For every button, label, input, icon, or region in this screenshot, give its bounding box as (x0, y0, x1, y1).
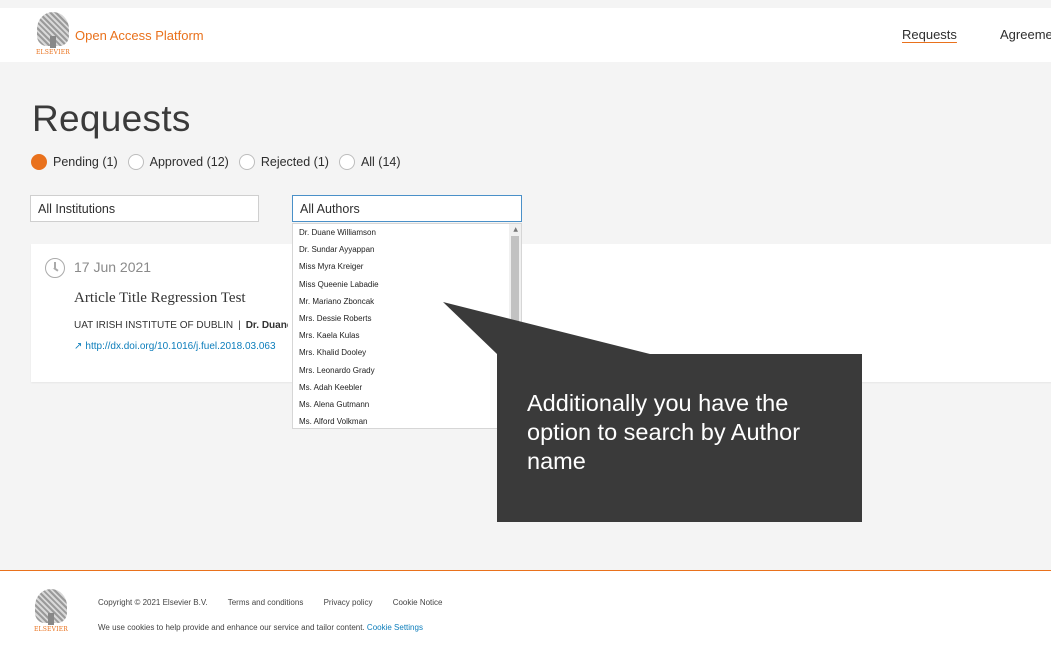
institution-select[interactable]: All Institutions (30, 195, 259, 222)
nav-requests[interactable]: Requests (902, 27, 957, 42)
cookie-notice-link[interactable]: Cookie Notice (393, 598, 443, 607)
top-strip (0, 0, 1051, 8)
author-option[interactable]: Mrs. Dessie Roberts (293, 310, 521, 327)
author-option[interactable]: Ms. Alena Gutmann (293, 396, 521, 413)
radio-icon[interactable] (238, 154, 255, 170)
author-option[interactable]: Mrs. Kaela Kulas (293, 327, 521, 344)
cookie-text: We use cookies to help provide and enhan… (98, 623, 365, 632)
institution-name: UAT IRISH INSTITUTE OF DUBLIN (74, 320, 234, 331)
author-option[interactable]: Ms. Adah Keebler (293, 379, 521, 396)
cookie-settings-link[interactable]: Cookie Settings (367, 623, 423, 632)
elsevier-footer-logo[interactable]: ELSEVIER (32, 589, 70, 637)
logo-wordmark: ELSEVIER (33, 626, 69, 633)
filter-approved[interactable]: Approved (12) (127, 154, 229, 170)
tutorial-tooltip: Additionally you have the option to sear… (497, 354, 862, 522)
cookie-notice: We use cookies to help provide and enhan… (98, 623, 423, 632)
author-option[interactable]: Mr. Mariano Zboncak (293, 293, 521, 310)
external-link-icon: ↗ (74, 341, 83, 352)
article-title[interactable]: Article Title Regression Test (74, 290, 246, 307)
author-option[interactable]: Mrs. Leonardo Grady (293, 362, 521, 379)
request-meta: UAT IRISH INSTITUTE OF DUBLIN | Dr. Duane (74, 320, 288, 331)
terms-link[interactable]: Terms and conditions (228, 598, 304, 607)
filter-rejected[interactable]: Rejected (1) (238, 154, 329, 170)
radio-icon[interactable] (338, 154, 355, 170)
header: ELSEVIER Open Access Platform Requests A… (0, 8, 1051, 62)
scrollbar-thumb[interactable] (511, 236, 519, 364)
copyright-text: Copyright © 2021 Elsevier B.V. (98, 598, 208, 607)
status-filter-group: Pending (1) Approved (12) Rejected (1) A… (31, 154, 411, 170)
footer: ELSEVIER Copyright © 2021 Elsevier B.V. … (0, 570, 1051, 650)
author-option[interactable]: Mrs. Khalid Dooley (293, 344, 521, 361)
meta-separator: | (238, 320, 241, 331)
request-date: 17 Jun 2021 (74, 259, 152, 275)
author-select[interactable]: All Authors (292, 195, 522, 222)
filter-pending[interactable]: Pending (1) (31, 154, 118, 170)
radio-selected-icon[interactable] (31, 154, 47, 170)
footer-links: Copyright © 2021 Elsevier B.V. Terms and… (98, 598, 461, 607)
logo-wordmark: ELSEVIER (35, 49, 71, 56)
nav-agreements[interactable]: Agreeme (1000, 27, 1051, 42)
elsevier-logo[interactable]: ELSEVIER (34, 12, 72, 60)
author-option[interactable]: Dr. Sundar Ayyappan (293, 241, 521, 258)
author-option[interactable]: Dr. Duane Williamson (293, 224, 521, 241)
author-option[interactable]: Ms. Alford Volkman (293, 413, 521, 428)
radio-icon[interactable] (127, 154, 144, 170)
author-name: Dr. Duane (245, 320, 288, 331)
author-dropdown-list[interactable]: Dr. Duane Williamson Dr. Sundar Ayyappan… (292, 223, 522, 429)
privacy-link[interactable]: Privacy policy (324, 598, 373, 607)
page-title: Requests (32, 98, 191, 139)
doi-link[interactable]: ↗ http://dx.doi.org/10.1016/j.fuel.2018.0… (74, 341, 276, 352)
author-option[interactable]: Miss Myra Kreiger (293, 258, 521, 275)
app-title[interactable]: Open Access Platform (75, 28, 204, 43)
author-option[interactable]: Miss Queenie Labadie (293, 276, 521, 293)
filter-all[interactable]: All (14) (338, 154, 401, 170)
clock-icon (45, 258, 65, 278)
scroll-up-icon[interactable]: ▲ (513, 226, 518, 233)
